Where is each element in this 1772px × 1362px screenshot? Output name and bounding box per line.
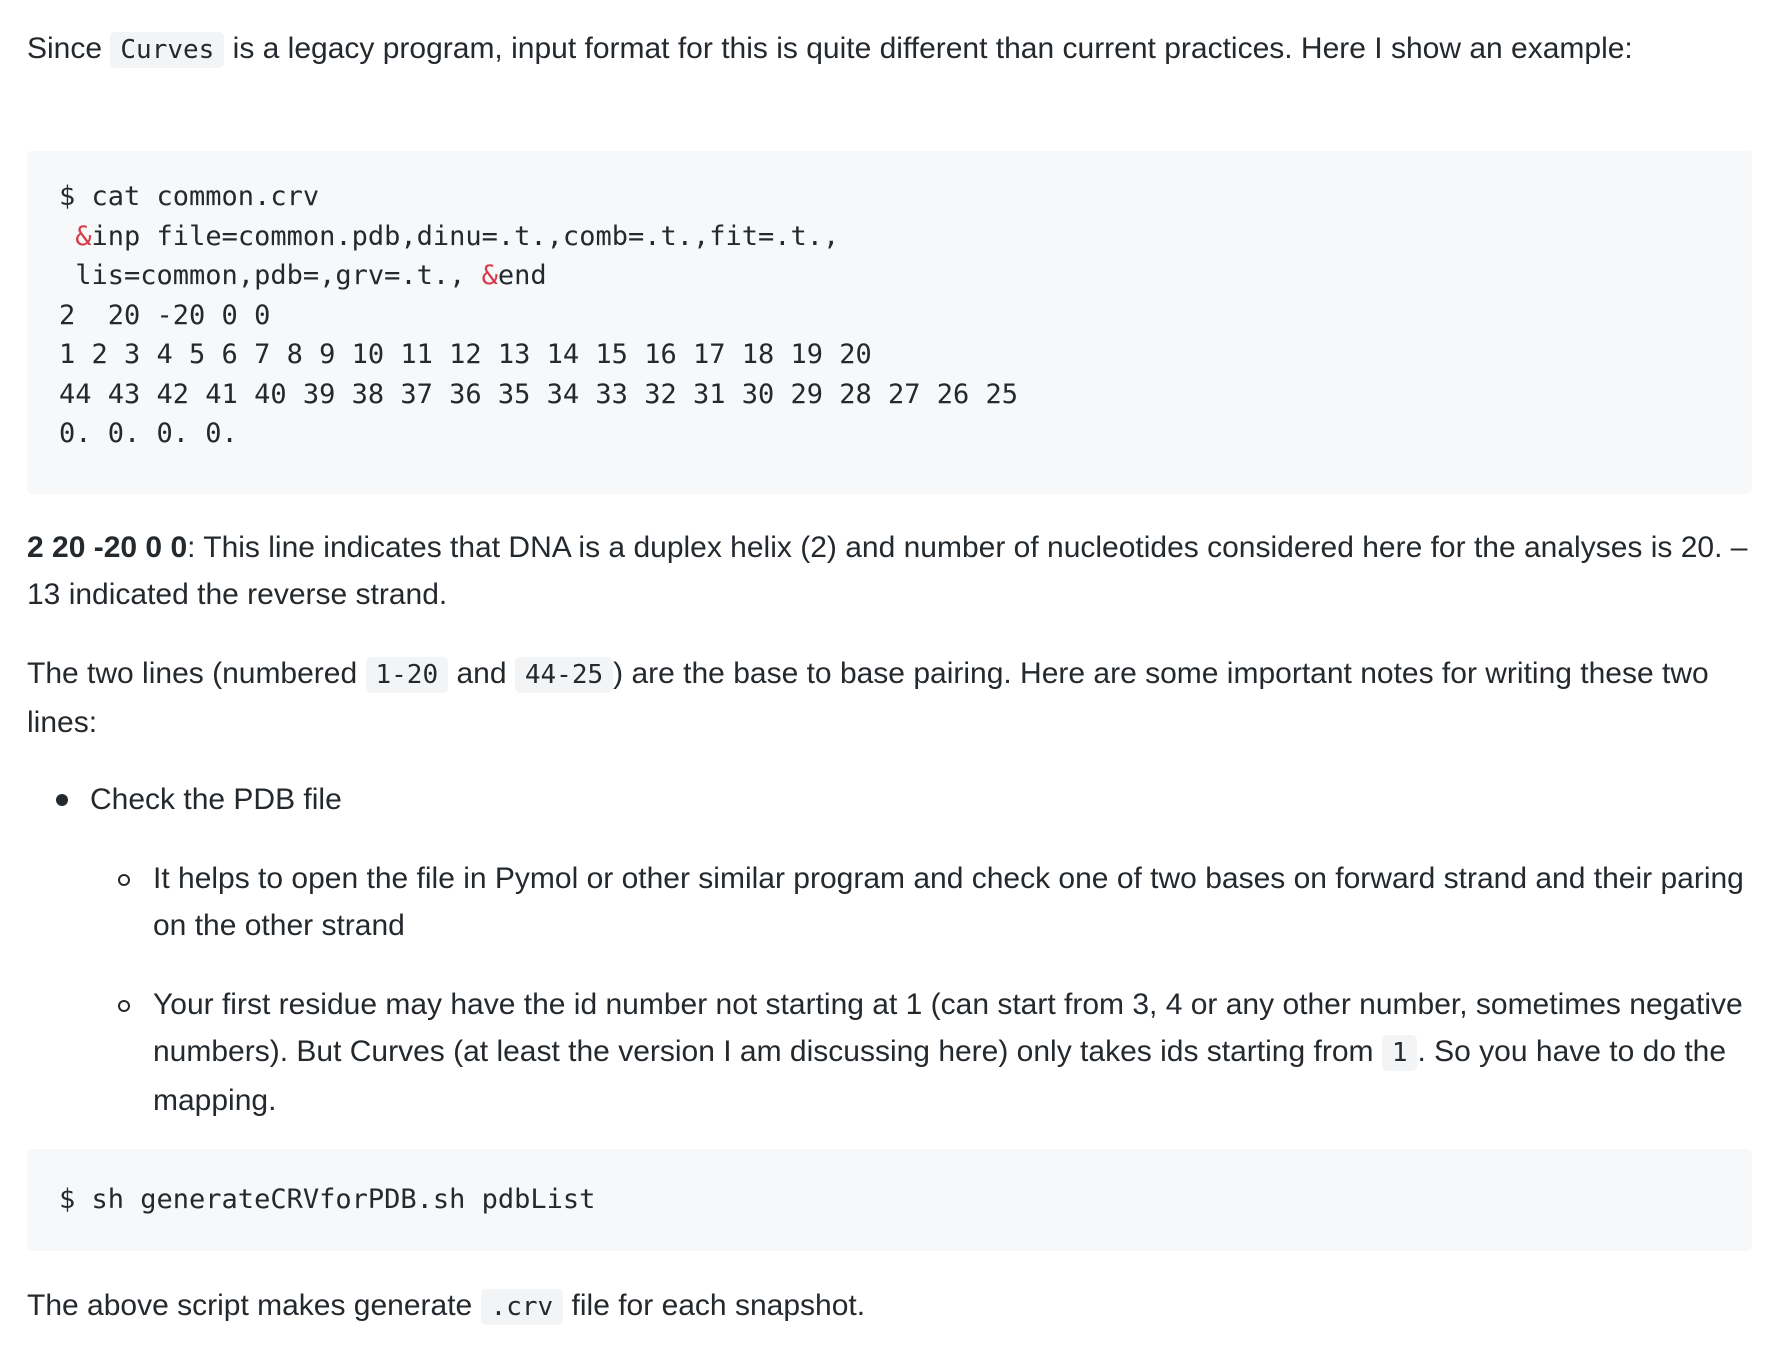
code-line: $ cat common.crv <box>59 181 320 212</box>
code-line: 1 2 3 4 5 6 7 8 9 10 11 12 13 14 15 16 1… <box>59 339 872 370</box>
sub-list-item-text: It helps to open the file in Pymol or ot… <box>153 862 1744 942</box>
bullet-circle-icon <box>118 874 130 886</box>
code-amp: & <box>75 220 92 252</box>
closing-paragraph: The above script makes generate .crv fil… <box>27 1282 865 1331</box>
bullet-disc-icon <box>56 794 68 806</box>
explanation-text: : This line indicates that DNA is a dupl… <box>27 531 1748 611</box>
inline-code-one: 1 <box>1381 1035 1418 1071</box>
code-text: lis=common,pdb=,grv=.t., <box>59 260 482 291</box>
bold-line-values: 2 20 -20 0 0 <box>27 531 188 564</box>
closing-text-1: The above script makes generate <box>27 1289 481 1322</box>
pairing-paragraph: The two lines (numbered 1-20 and 44-25) … <box>27 650 1752 746</box>
code-line: 44 43 42 41 40 39 38 37 36 35 34 33 32 3… <box>59 378 1019 410</box>
sub-list-item-text: Your first residue may have the id numbe… <box>153 981 1753 1124</box>
closing-text-2: file for each snapshot. <box>563 1289 866 1322</box>
inline-code-range-2: 44-25 <box>514 657 614 693</box>
pairing-text-1: The two lines (numbered <box>27 657 366 690</box>
pairing-text-2: and <box>448 657 515 690</box>
code-line: 0. 0. 0. 0. <box>59 418 238 449</box>
code-line: $ sh generateCRVforPDB.sh pdbList <box>59 1184 596 1215</box>
list-item-text: Check the PDB file <box>90 783 342 816</box>
bullet-circle-icon <box>118 1000 130 1012</box>
inline-code-curves: Curves <box>110 32 225 68</box>
intro-text-1: Since <box>27 32 111 65</box>
code-line: lis=common,pdb=,grv=.t., &end <box>59 256 1720 296</box>
intro-paragraph: Since Curves is a legacy program, input … <box>27 25 1633 74</box>
code-block-generate-script[interactable]: $ sh generateCRVforPDB.sh pdbList <box>27 1149 1752 1251</box>
line-explanation-paragraph: 2 20 -20 0 0: This line indicates that D… <box>27 524 1752 618</box>
code-line: 2 20 -20 0 0 <box>59 299 271 331</box>
code-block-common-crv[interactable]: $ cat common.crv &inp file=common.pdb,di… <box>27 151 1752 494</box>
intro-text-2: is a legacy program, input format for th… <box>224 32 1633 65</box>
inline-code-crv: .crv <box>480 1289 564 1325</box>
code-text: inp file=common.pdb,dinu=.t.,comb=.t.,fi… <box>91 220 840 252</box>
code-text: end <box>497 260 547 291</box>
code-line: &inp file=common.pdb,dinu=.t.,comb=.t.,f… <box>59 217 1720 257</box>
inline-code-range-1: 1-20 <box>365 657 449 693</box>
code-amp: & <box>481 260 498 291</box>
